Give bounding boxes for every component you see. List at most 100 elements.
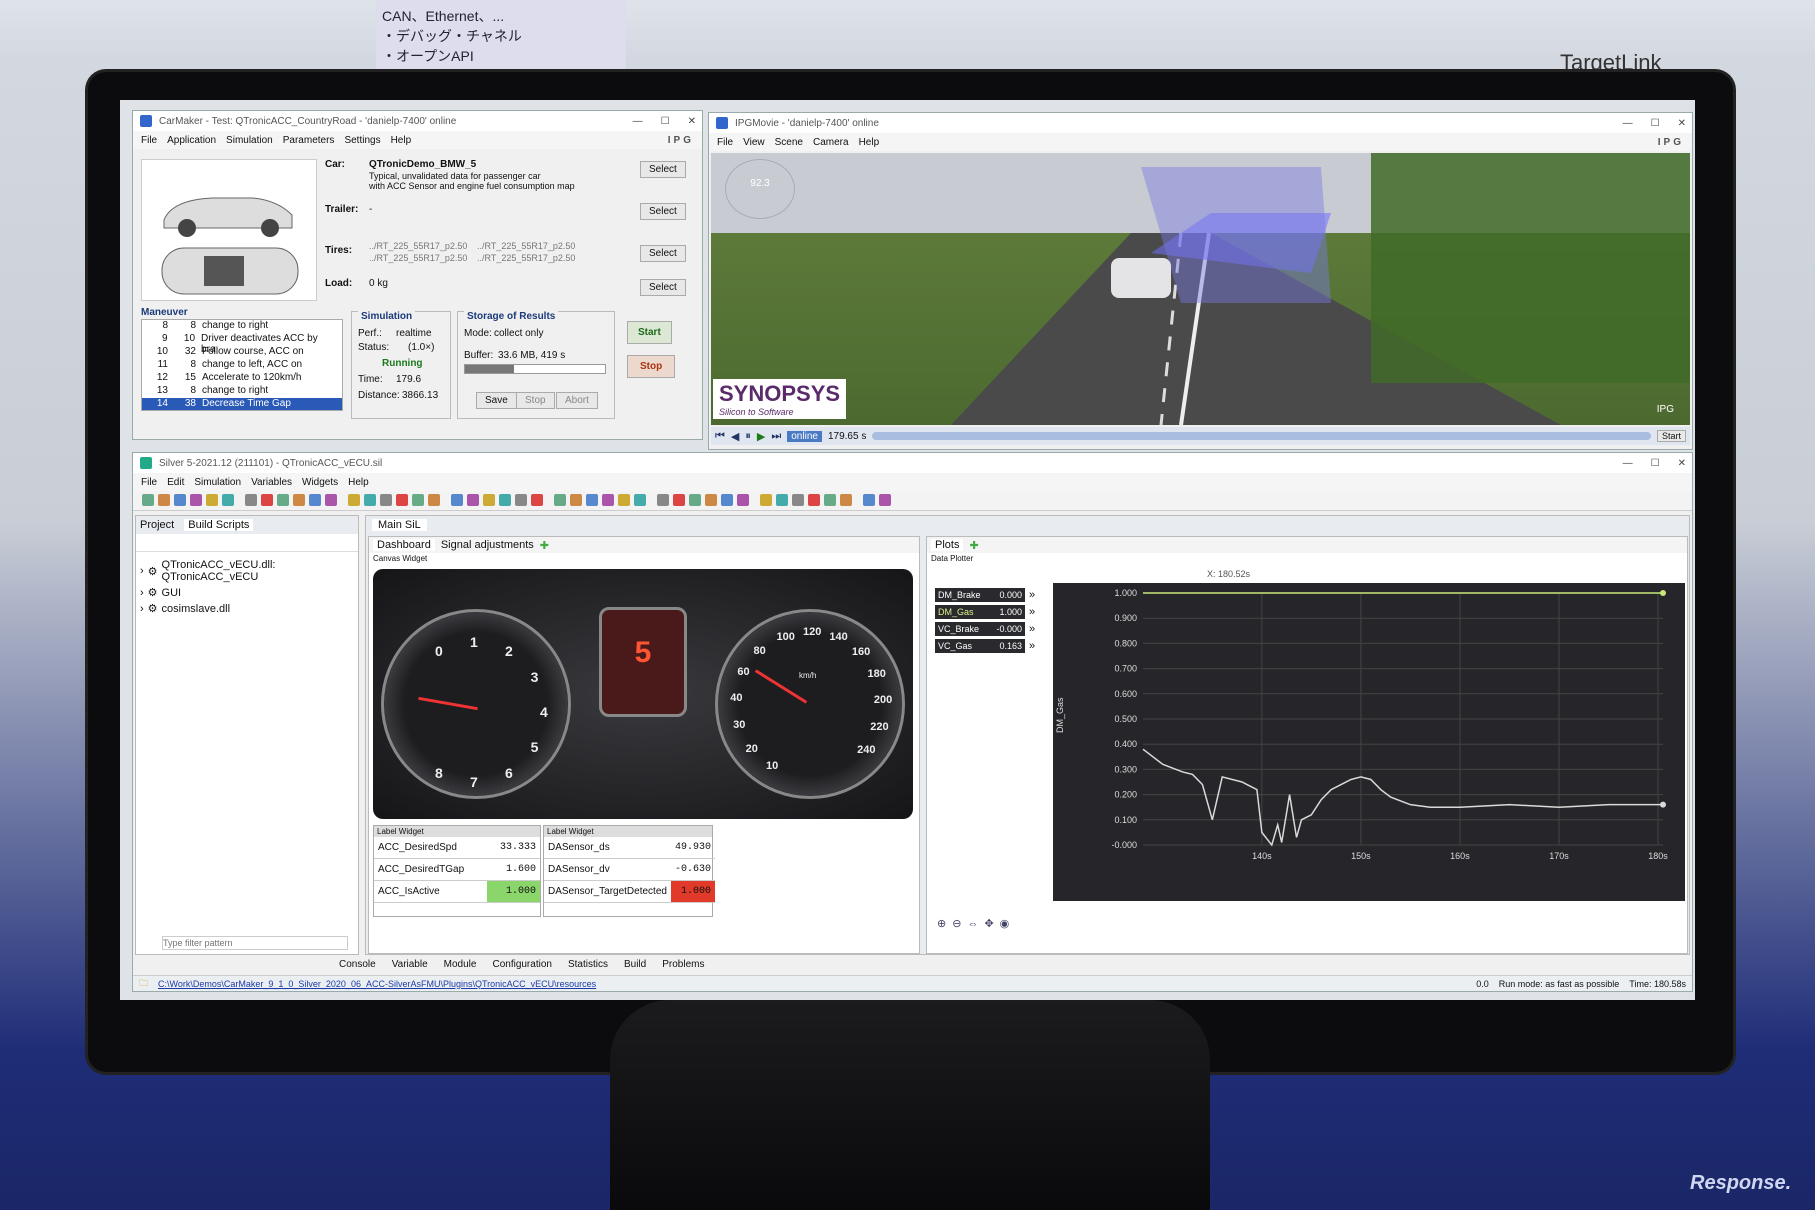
- variable-value[interactable]: 49.930: [670, 837, 715, 859]
- toolbar-icon[interactable]: [325, 494, 337, 506]
- tab-signal-adjustments[interactable]: Signal adjustments: [441, 539, 534, 551]
- toolbar-icon[interactable]: [467, 494, 479, 506]
- abort-button[interactable]: Abort: [556, 392, 598, 409]
- expand-icon[interactable]: »: [1029, 640, 1035, 652]
- toolbar-icon[interactable]: [206, 494, 218, 506]
- menu-scene[interactable]: Scene: [775, 137, 803, 148]
- toolbar-icon[interactable]: [760, 494, 772, 506]
- toolbar-icon[interactable]: [721, 494, 733, 506]
- menu-camera[interactable]: Camera: [813, 137, 849, 148]
- select-trailer-button[interactable]: Select: [640, 203, 686, 220]
- menu-help[interactable]: Help: [859, 137, 880, 148]
- skip-back-icon[interactable]: ⏮: [715, 430, 725, 443]
- expand-icon[interactable]: »: [1029, 606, 1035, 618]
- toolbar-icon[interactable]: [277, 494, 289, 506]
- fit-icon[interactable]: ⇔: [967, 918, 984, 930]
- toolbar-icon[interactable]: [309, 494, 321, 506]
- menu-view[interactable]: View: [743, 137, 765, 148]
- select-car-button[interactable]: Select: [640, 161, 686, 178]
- maneuver-row[interactable]: 11 8 change to left, ACC on: [142, 359, 342, 372]
- save-button[interactable]: Save: [476, 392, 517, 409]
- menu-file[interactable]: File: [141, 477, 157, 488]
- toolbar-icon[interactable]: [451, 494, 463, 506]
- menu-help[interactable]: Help: [348, 477, 369, 488]
- tree-item-dll[interactable]: › ⚙ QTronicACC_vECU.dll: QTronicACC_vECU: [140, 559, 354, 583]
- tab-build-scripts[interactable]: Build Scripts: [184, 519, 254, 531]
- pan-icon[interactable]: ✥: [984, 918, 999, 930]
- close-button[interactable]: ✕: [1678, 118, 1686, 129]
- resource-path[interactable]: C:\Work\Demos\CarMaker_9_1_0_Silver_2020…: [158, 979, 596, 989]
- toolbar-icon[interactable]: [673, 494, 685, 506]
- tab-plots[interactable]: Plots: [931, 539, 964, 551]
- close-button[interactable]: ✕: [688, 116, 696, 127]
- maximize-button[interactable]: ☐: [1651, 118, 1660, 129]
- toolbar-icon[interactable]: [245, 494, 257, 506]
- toolbar-icon[interactable]: [737, 494, 749, 506]
- maneuver-row[interactable]: 12 15 Accelerate to 120km/h: [142, 372, 342, 385]
- add-tab-icon[interactable]: ✚: [969, 539, 978, 552]
- toolbar-icon[interactable]: [657, 494, 669, 506]
- toolbar-icon[interactable]: [705, 494, 717, 506]
- stop-storage-button[interactable]: Stop: [516, 392, 555, 409]
- stop-button[interactable]: Stop: [627, 355, 676, 378]
- tab-variable[interactable]: Variable: [392, 959, 428, 970]
- select-tires-button[interactable]: Select: [640, 245, 686, 262]
- tree-item-cosim[interactable]: › ⚙ cosimslave.dll: [140, 602, 354, 616]
- maximize-button[interactable]: ☐: [661, 116, 670, 127]
- menu-widgets[interactable]: Widgets: [302, 477, 338, 488]
- timeline-slider[interactable]: [872, 432, 1651, 440]
- minimize-button[interactable]: —: [1623, 458, 1633, 469]
- expand-icon[interactable]: »: [1029, 623, 1035, 635]
- maneuver-row[interactable]: 9 10 Driver deactivates ACC by bra: [142, 333, 342, 355]
- toolbar-icon[interactable]: [570, 494, 582, 506]
- menu-file[interactable]: File: [717, 137, 733, 148]
- toolbar-icon[interactable]: [222, 494, 234, 506]
- pause-icon[interactable]: ⏸: [745, 430, 751, 443]
- variable-value[interactable]: 33.333: [487, 837, 540, 859]
- mode-value[interactable]: collect only: [494, 328, 543, 339]
- menu-simulation[interactable]: Simulation: [194, 477, 241, 488]
- zoom-out-icon[interactable]: ⊖: [952, 918, 967, 930]
- variable-value[interactable]: 1.000: [670, 880, 715, 903]
- toolbar-icon[interactable]: [261, 494, 273, 506]
- toolbar-icon[interactable]: [190, 494, 202, 506]
- variable-value[interactable]: 1.000: [487, 880, 540, 903]
- toolbar-icon[interactable]: [174, 494, 186, 506]
- toolbar-icon[interactable]: [879, 494, 891, 506]
- toolbar-icon[interactable]: [158, 494, 170, 506]
- maneuver-row[interactable]: 10 32 Follow course, ACC on: [142, 346, 342, 359]
- plot-variable[interactable]: DM_Brake 0.000 »: [935, 588, 1045, 602]
- variable-value[interactable]: 1.600: [487, 858, 540, 881]
- menu-application[interactable]: Application: [167, 135, 216, 146]
- toolbar-icon[interactable]: [689, 494, 701, 506]
- expand-icon[interactable]: »: [1029, 589, 1035, 601]
- toolbar-icon[interactable]: [824, 494, 836, 506]
- minimize-button[interactable]: —: [633, 116, 643, 127]
- toolbar-icon[interactable]: [364, 494, 376, 506]
- plot-variable[interactable]: VC_Brake -0.000 »: [935, 622, 1045, 636]
- add-tab-icon[interactable]: ✚: [540, 539, 549, 552]
- movie-start-button[interactable]: Start: [1656, 430, 1686, 442]
- step-back-icon[interactable]: ◀: [731, 430, 739, 443]
- toolbar-icon[interactable]: [515, 494, 527, 506]
- zoom-in-icon[interactable]: ⊕: [937, 918, 952, 930]
- menu-help[interactable]: Help: [391, 135, 412, 146]
- toolbar-icon[interactable]: [863, 494, 875, 506]
- maneuver-list[interactable]: 8 8 change to right 9 10 Driver deactivates A…: [141, 319, 343, 411]
- maximize-button[interactable]: ☐: [1651, 458, 1660, 469]
- toolbar-icon[interactable]: [396, 494, 408, 506]
- tab-project[interactable]: Project: [140, 519, 174, 531]
- step-forward-icon[interactable]: ⏭: [771, 430, 781, 443]
- toolbar-icon[interactable]: [602, 494, 614, 506]
- camera-icon[interactable]: ◉: [1000, 918, 1016, 930]
- toolbar-icon[interactable]: [428, 494, 440, 506]
- menu-variables[interactable]: Variables: [251, 477, 292, 488]
- toolbar-icon[interactable]: [840, 494, 852, 506]
- tab-module[interactable]: Module: [444, 959, 477, 970]
- menu-settings[interactable]: Settings: [344, 135, 380, 146]
- plot-area[interactable]: 1.000 0.900 0.800 0.700 0.600 0.500 0.400 0.300…: [1053, 583, 1685, 901]
- perf-value[interactable]: realtime: [396, 328, 432, 339]
- toolbar-icon[interactable]: [618, 494, 630, 506]
- start-button[interactable]: Start: [627, 321, 672, 344]
- toolbar-icon[interactable]: [293, 494, 305, 506]
